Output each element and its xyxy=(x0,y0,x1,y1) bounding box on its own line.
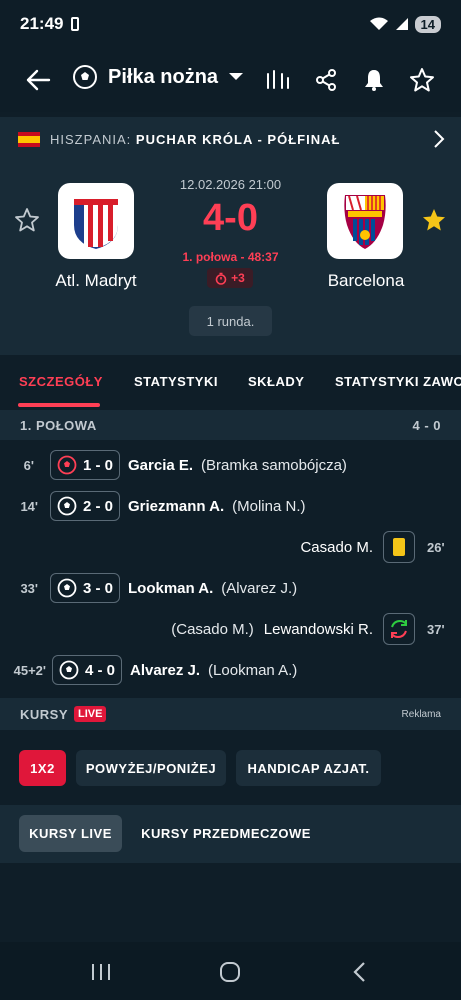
tab-player-statistics[interactable]: STATYSTYKI ZAWO xyxy=(335,374,461,389)
half-score: 4 - 0 xyxy=(412,417,441,433)
notifications-button[interactable] xyxy=(354,60,394,100)
event-minute: 33' xyxy=(20,580,38,596)
barcelona-crest-icon xyxy=(344,195,386,249)
subtab-live-odds[interactable]: KURSY LIVE xyxy=(19,815,122,852)
odds-header: KURSY LIVE Reklama xyxy=(0,698,461,730)
half-header: 1. POŁOWA 4 - 0 xyxy=(0,410,461,440)
active-tab-indicator xyxy=(18,403,100,407)
event-player[interactable]: Lewandowski R. xyxy=(264,621,373,638)
match-header: Atl. Madryt 12.02.2026 21:00 4-0 1. poło… xyxy=(0,161,461,355)
star-filled-icon xyxy=(423,209,445,231)
event-row: (Casado M.) Lewandowski R. 37' xyxy=(0,609,461,649)
home-icon[interactable] xyxy=(219,961,241,983)
event-player[interactable]: Alvarez J. xyxy=(130,662,200,679)
match-tabs: SZCZEGÓŁY STATYSTYKI SKŁADY STATYSTYKI Z… xyxy=(0,355,461,407)
bell-icon xyxy=(365,70,383,91)
odds-icon xyxy=(267,70,289,89)
event-note: (Lookman A.) xyxy=(208,661,298,679)
system-nav-bar xyxy=(0,942,461,1000)
away-favorite-button[interactable] xyxy=(421,207,447,238)
goal-score-box: 4 - 0 xyxy=(52,655,122,685)
league-bar[interactable]: HISZPANIA: PUCHAR KRÓLA - PÓŁFINAŁ xyxy=(0,117,461,161)
soccer-ball-icon xyxy=(57,496,77,516)
tab-statistics[interactable]: STATYSTYKI xyxy=(134,374,218,389)
event-minute: 45+2' xyxy=(13,662,46,678)
event-player[interactable]: Lookman A. xyxy=(128,580,213,597)
event-note: (Casado M.) xyxy=(171,620,254,638)
goal-score: 3 - 0 xyxy=(83,579,114,597)
goal-score: 1 - 0 xyxy=(83,456,114,474)
back-button[interactable] xyxy=(18,60,58,100)
substitution-box xyxy=(383,613,415,645)
chip-over-under[interactable]: POWYŻEJ/PONIŻEJ xyxy=(76,750,226,786)
added-time-value: +3 xyxy=(231,271,245,285)
substitution-icon xyxy=(391,619,407,639)
soccer-ball-icon xyxy=(57,578,77,598)
added-time-badge: +3 xyxy=(207,268,253,288)
tab-lineups[interactable]: SKŁADY xyxy=(248,374,304,389)
event-player[interactable]: Casado M. xyxy=(300,539,373,556)
tv-schedule-button[interactable] xyxy=(258,60,298,100)
spain-flag-icon xyxy=(18,131,40,147)
event-player[interactable]: Griezmann A. xyxy=(128,498,224,515)
chevron-down-icon xyxy=(229,73,244,80)
event-minute: 6' xyxy=(23,457,34,473)
ad-label: Reklama xyxy=(401,708,441,720)
event-row: 33' 3 - 0 Lookman A. (Alvarez J.) xyxy=(0,568,461,608)
event-note: (Molina N.) xyxy=(232,497,306,515)
soccer-ball-icon xyxy=(73,65,97,89)
sport-selector[interactable]: Piłka nożna xyxy=(72,64,244,90)
app-bar: Piłka nożna xyxy=(0,48,461,112)
share-icon xyxy=(316,69,336,91)
star-outline-icon xyxy=(410,68,434,92)
share-button[interactable] xyxy=(306,60,346,100)
event-note: (Alvarez J.) xyxy=(221,579,298,597)
battery-saver-icon xyxy=(71,17,80,31)
own-goal-ball-icon xyxy=(57,455,77,475)
event-row: Casado M. 26' xyxy=(0,527,461,567)
back-nav-icon[interactable] xyxy=(352,961,368,983)
tab-details[interactable]: SZCZEGÓŁY xyxy=(19,374,103,389)
arrow-left-icon xyxy=(26,69,51,91)
odds-title: KURSY xyxy=(20,706,69,722)
home-team-name[interactable]: Atl. Madryt xyxy=(26,271,166,291)
event-minute: 37' xyxy=(427,621,445,637)
away-team-name[interactable]: Barcelona xyxy=(296,271,436,291)
league-country: HISZPANIA: xyxy=(50,131,132,147)
signal-icon xyxy=(395,18,408,30)
round-chip: 1 runda. xyxy=(189,306,272,336)
goal-score: 4 - 0 xyxy=(85,661,116,679)
sport-title: Piłka nożna xyxy=(108,65,219,88)
soccer-ball-icon xyxy=(59,660,79,680)
goal-score-box: 1 - 0 xyxy=(50,450,120,480)
league-name: PUCHAR KRÓLA - PÓŁFINAŁ xyxy=(135,131,341,147)
status-time: 21:49 xyxy=(20,14,64,33)
wifi-icon xyxy=(369,17,388,30)
chip-asian-handicap[interactable]: HANDICAP AZJAT. xyxy=(236,750,381,786)
goal-score-box: 3 - 0 xyxy=(50,573,120,603)
event-row: 14' 2 - 0 Griezmann A. (Molina N.) xyxy=(0,486,461,526)
event-minute: 14' xyxy=(20,498,38,514)
live-badge: LIVE xyxy=(74,706,107,722)
favorite-match-button[interactable] xyxy=(402,60,442,100)
battery-badge: 14 xyxy=(414,15,441,33)
goal-score: 2 - 0 xyxy=(83,497,114,515)
card-box xyxy=(383,531,415,563)
subtab-prematch-odds[interactable]: KURSY PRZEDMECZOWE xyxy=(130,815,322,852)
goal-score-box: 2 - 0 xyxy=(50,491,120,521)
half-title: 1. POŁOWA xyxy=(20,417,97,433)
event-row: 6' 1 - 0 Garcia E. (Bramka samobójcza) xyxy=(0,445,461,485)
chip-1x2[interactable]: 1X2 xyxy=(19,750,66,786)
event-player[interactable]: Garcia E. xyxy=(128,457,193,474)
event-minute: 26' xyxy=(427,539,445,555)
event-row: 45+2' 4 - 0 Alvarez J. (Lookman A.) xyxy=(0,650,461,690)
recent-apps-icon[interactable] xyxy=(90,962,112,982)
yellow-card-icon xyxy=(393,538,405,556)
chevron-right-icon xyxy=(434,130,445,148)
status-bar: 21:49 14 xyxy=(0,0,461,48)
stopwatch-icon xyxy=(215,272,227,285)
event-note: (Bramka samobójcza) xyxy=(201,456,347,474)
away-team-logo[interactable] xyxy=(327,183,403,259)
